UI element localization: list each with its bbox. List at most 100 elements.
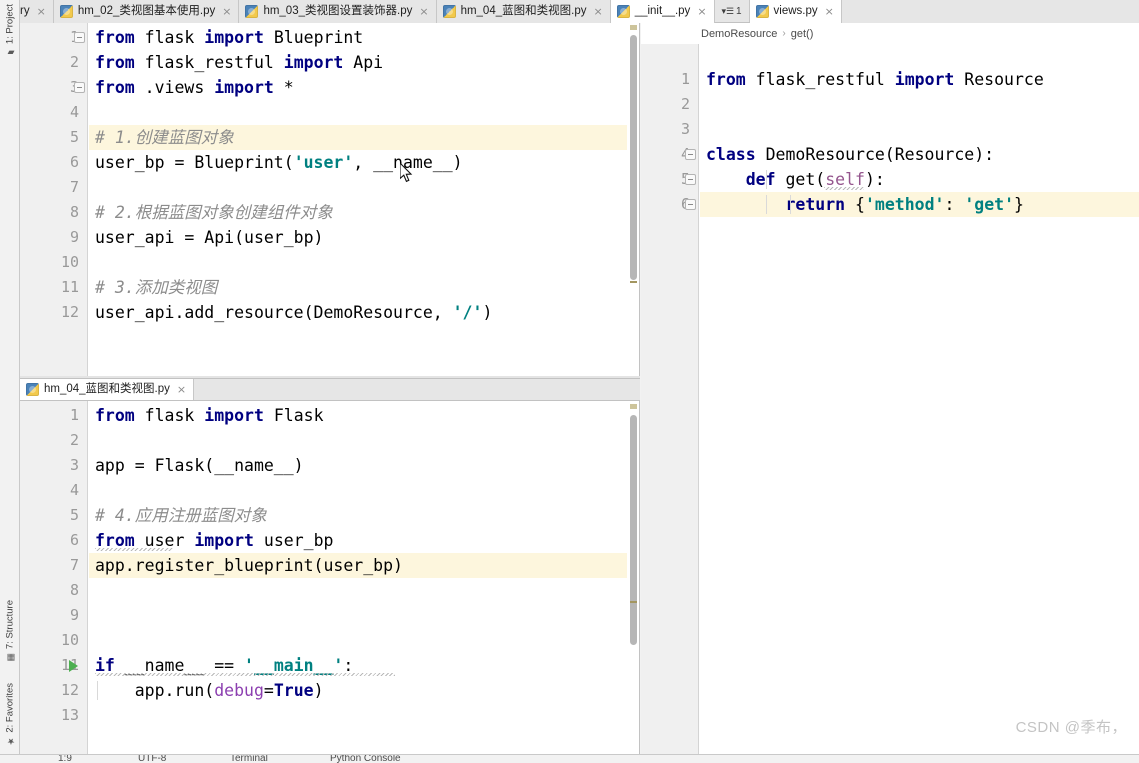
line-number: 12 <box>60 681 79 699</box>
editor-subtab-bar[interactable]: hm_04_蓝图和类视图.py × <box>20 378 640 402</box>
code-token: ): <box>864 170 885 189</box>
scrollbar-thumb[interactable] <box>630 35 637 280</box>
breadcrumb-class[interactable]: DemoResource <box>701 28 777 40</box>
code-line[interactable]: from user import user_bp <box>89 528 627 553</box>
editor-pane-hm04-py[interactable]: 1 2 3 4 5 6 7 8 9 10 11 12 13 from flask import Flas… <box>20 400 640 754</box>
line-number: 5 <box>69 128 79 146</box>
code-line[interactable]: class DemoResource(Resource): <box>700 142 1139 167</box>
code-line[interactable] <box>89 100 627 125</box>
editor-code-area[interactable]: from flask_restful import Resource class… <box>700 44 1139 754</box>
status-python-console-button[interactable]: Python Console <box>330 755 401 763</box>
breadcrumb-method[interactable]: get() <box>791 28 814 40</box>
code-line[interactable] <box>89 603 627 628</box>
close-icon[interactable]: × <box>177 383 186 396</box>
line-number: 1 <box>69 406 79 424</box>
code-line[interactable]: app.register_blueprint(user_bp) <box>89 553 627 578</box>
editor-tab-init[interactable]: __init__.py × <box>610 0 715 23</box>
line-number: 12 <box>60 303 79 321</box>
code-line[interactable]: app = Flask(__name__) <box>89 453 627 478</box>
code-line[interactable] <box>89 578 627 603</box>
code-line[interactable]: from flask import Flask <box>89 403 627 428</box>
status-terminal-button[interactable]: Terminal <box>230 755 268 763</box>
close-icon[interactable]: × <box>222 5 231 18</box>
code-line[interactable]: from flask_restful import Api <box>89 50 627 75</box>
line-number: 10 <box>60 253 79 271</box>
editor-pane-views-py[interactable]: 123456 DemoResource › get() from flask_r… <box>641 23 1139 754</box>
editor-subtab-hm04[interactable]: hm_04_蓝图和类视图.py × <box>20 379 195 400</box>
indent-guide <box>790 195 791 214</box>
line-number: 7 <box>69 178 79 196</box>
editor-code-area[interactable]: from flask import Flask app = Flask(__na… <box>89 401 627 754</box>
line-number: 3 <box>680 120 690 138</box>
status-encoding[interactable]: UTF-8 <box>138 755 166 763</box>
editor-tab-clipped[interactable]: ry × <box>20 0 54 23</box>
code-line[interactable]: from flask_restful import Resource <box>700 67 1139 92</box>
code-line[interactable]: user_api.add_resource(DemoResource, '/') <box>89 300 627 325</box>
code-token: .views <box>134 78 215 97</box>
close-icon[interactable]: × <box>419 5 428 18</box>
close-icon[interactable]: × <box>697 5 706 18</box>
code-line[interactable]: from flask import Blueprint <box>89 25 627 50</box>
tab-bar-filler <box>841 0 1139 23</box>
status-caret-position[interactable]: 1:9 <box>58 755 72 763</box>
line-number: 10 <box>60 631 79 649</box>
code-line[interactable] <box>89 628 627 653</box>
star-icon: ★ <box>5 735 15 746</box>
code-line[interactable]: # 2.根据蓝图对象创建组件对象 <box>89 200 627 225</box>
code-line[interactable] <box>89 703 627 728</box>
code-fold-toggle[interactable] <box>74 32 85 43</box>
code-line[interactable]: app.run(debug=True) <box>89 678 627 703</box>
editor-tab-hm03[interactable]: hm_03_类视图设置装饰器.py × <box>239 0 437 23</box>
editor-tab-bar[interactable]: ry × hm_02_类视图基本使用.py × hm_03_类视图设置装饰器.p… <box>20 0 1139 23</box>
toolwindow-button-favorites[interactable]: ★ 2: Favorites <box>0 683 20 746</box>
run-line-arrow-icon[interactable] <box>69 660 78 672</box>
code-fold-toggle[interactable] <box>685 149 696 160</box>
editor-vertical-scrollbar[interactable] <box>629 401 638 754</box>
code-line[interactable]: # 3.添加类视图 <box>89 275 627 300</box>
code-line[interactable] <box>89 428 627 453</box>
editor-tab-views[interactable]: views.py × <box>749 0 842 23</box>
editor-pane-init-py[interactable]: 123456789101112 from flask import Bluepr… <box>20 23 640 376</box>
line-number: 2 <box>680 95 690 113</box>
code-fold-toggle[interactable] <box>74 82 85 93</box>
scrollbar-thumb[interactable] <box>630 415 637 645</box>
toolwindow-button-project[interactable]: ▰ 1: Project <box>0 4 20 57</box>
code-token: import <box>204 406 264 425</box>
code-fold-toggle[interactable] <box>685 199 696 210</box>
editor-tab-hm04[interactable]: hm_04_蓝图和类视图.py × <box>436 0 611 23</box>
code-line[interactable]: user_api = Api(user_bp) <box>89 225 627 250</box>
close-icon[interactable]: × <box>37 5 46 18</box>
code-token: flask <box>134 28 205 47</box>
scrollbar-marker <box>630 25 637 30</box>
editor-gutter[interactable]: 123456 <box>641 44 699 754</box>
code-line[interactable]: # 4.应用注册蓝图对象 <box>89 503 627 528</box>
tab-overflow-button[interactable]: ▾☰ 1 <box>714 0 750 22</box>
code-line[interactable] <box>89 175 627 200</box>
toolwindow-button-structure[interactable]: ▦ 7: Structure <box>0 600 20 662</box>
close-icon[interactable]: × <box>825 5 834 18</box>
editor-tab-hm02[interactable]: hm_02_类视图基本使用.py × <box>53 0 240 23</box>
code-line[interactable]: # 1.创建蓝图对象 <box>89 125 627 150</box>
editor-code-area[interactable]: from flask import Blueprint from flask_re… <box>89 23 627 376</box>
code-token: } <box>1014 195 1024 214</box>
code-fold-toggle[interactable] <box>685 174 696 185</box>
structure-icon: ▦ <box>5 652 15 663</box>
close-icon[interactable]: × <box>593 5 602 18</box>
code-token: 'user' <box>293 153 354 172</box>
code-line[interactable]: user_bp = Blueprint('user', __name__) <box>89 150 627 175</box>
code-token: import <box>204 28 264 47</box>
code-line[interactable] <box>89 250 627 275</box>
code-line[interactable]: if __name__ == '__main__': <box>89 653 627 678</box>
code-line[interactable] <box>700 92 1139 117</box>
code-token: import <box>194 531 254 550</box>
breadcrumb[interactable]: DemoResource › get() <box>701 24 814 43</box>
editor-gutter[interactable]: 123456789101112 <box>20 23 88 376</box>
code-token: Api <box>343 53 384 72</box>
code-line[interactable]: from .views import * <box>89 75 627 100</box>
editor-gutter[interactable]: 1 2 3 4 5 6 7 8 9 10 11 12 13 <box>20 401 88 754</box>
code-line[interactable] <box>700 117 1139 142</box>
line-number: 6 <box>69 531 79 549</box>
editor-vertical-scrollbar[interactable] <box>629 23 638 376</box>
code-line[interactable] <box>89 478 627 503</box>
